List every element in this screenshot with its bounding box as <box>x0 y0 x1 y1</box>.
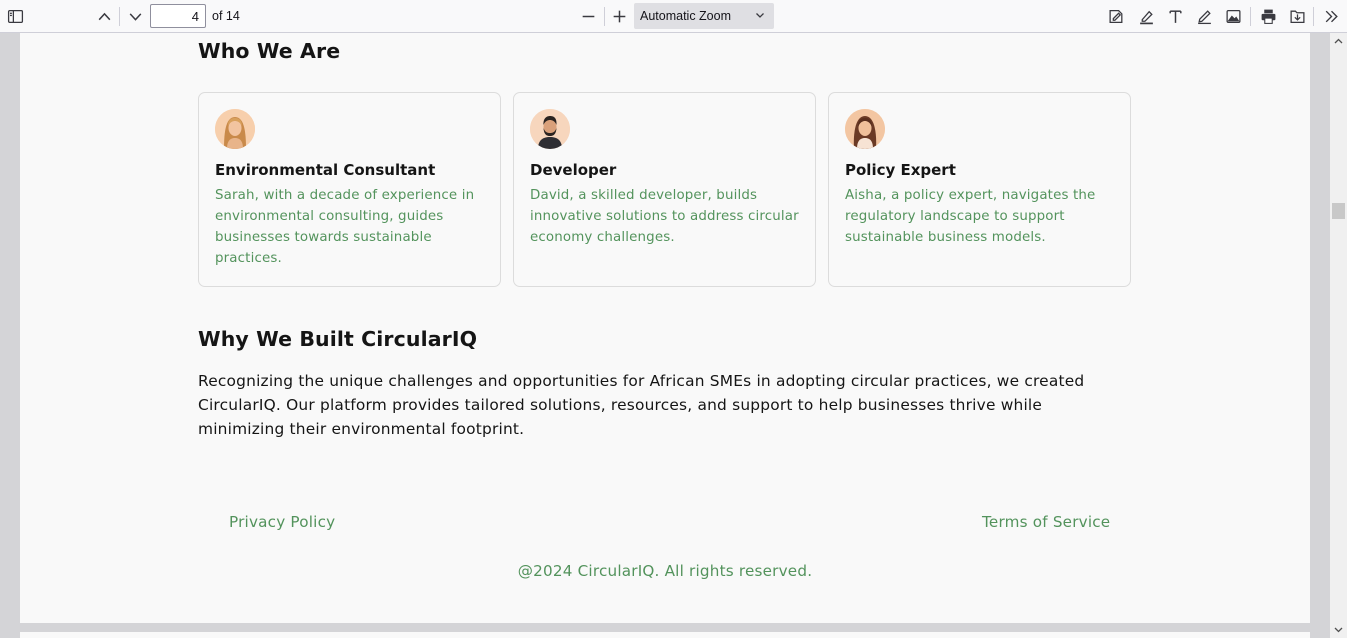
terms-of-service-link[interactable]: Terms of Service <box>982 513 1110 531</box>
team-card: Policy Expert Aisha, a policy expert, na… <box>828 92 1131 287</box>
avatar <box>530 109 570 149</box>
card-title: Developer <box>530 161 617 179</box>
zoom-out-icon[interactable] <box>575 4 601 28</box>
card-title: Environmental Consultant <box>215 161 436 179</box>
scroll-up-icon[interactable] <box>1333 36 1344 47</box>
next-pdf-page <box>20 632 1310 638</box>
document-viewer[interactable]: Who We Are Environmental Consultant Sara… <box>0 33 1330 638</box>
zoom-in-icon[interactable] <box>606 4 632 28</box>
chevron-down-icon <box>756 13 764 18</box>
signature-icon[interactable] <box>1103 4 1129 28</box>
avatar <box>845 109 885 149</box>
zoom-select-value: Automatic Zoom <box>640 9 732 23</box>
card-title: Policy Expert <box>845 161 956 179</box>
draw-icon[interactable] <box>1191 4 1217 28</box>
vertical-scrollbar[interactable] <box>1330 33 1347 638</box>
card-description: Sarah, with a decade of experience in en… <box>215 188 475 266</box>
tools-icon[interactable] <box>1318 4 1344 28</box>
pdf-page: Who We Are Environmental Consultant Sara… <box>20 33 1310 623</box>
scroll-thumb[interactable] <box>1332 203 1345 219</box>
team-card: Environmental Consultant Sarah, with a d… <box>198 92 501 287</box>
privacy-policy-link[interactable]: Privacy Policy <box>229 513 335 531</box>
page-count-label: of 14 <box>212 9 240 23</box>
pdf-toolbar: of 14 Automatic Zoom <box>0 0 1347 33</box>
previous-page-icon[interactable] <box>91 4 117 28</box>
toolbar-separator <box>1313 7 1314 26</box>
page-number-input[interactable] <box>150 4 206 28</box>
print-icon[interactable] <box>1255 4 1281 28</box>
who-we-are-heading: Who We Are <box>198 39 341 63</box>
text-icon[interactable] <box>1162 4 1188 28</box>
toolbar-separator <box>604 7 605 26</box>
card-description: David, a skilled developer, builds innov… <box>530 188 799 245</box>
zoom-select[interactable]: Automatic Zoom <box>634 3 774 29</box>
card-description: Aisha, a policy expert, navigates the re… <box>845 188 1096 245</box>
sidebar-icon[interactable] <box>2 4 28 28</box>
toolbar-separator <box>1250 7 1251 26</box>
avatar <box>215 109 255 149</box>
scroll-down-icon[interactable] <box>1333 624 1344 635</box>
copyright-text: @2024 CircularIQ. All rights reserved. <box>517 562 813 580</box>
save-icon[interactable] <box>1284 4 1310 28</box>
next-page-icon[interactable] <box>122 4 148 28</box>
toolbar-separator <box>119 7 120 26</box>
team-card: Developer David, a skilled developer, bu… <box>513 92 816 287</box>
why-paragraph: Recognizing the unique challenges and op… <box>198 372 1085 438</box>
highlight-icon[interactable] <box>1133 4 1159 28</box>
why-heading: Why We Built CircularIQ <box>198 327 478 351</box>
image-icon[interactable] <box>1220 4 1246 28</box>
